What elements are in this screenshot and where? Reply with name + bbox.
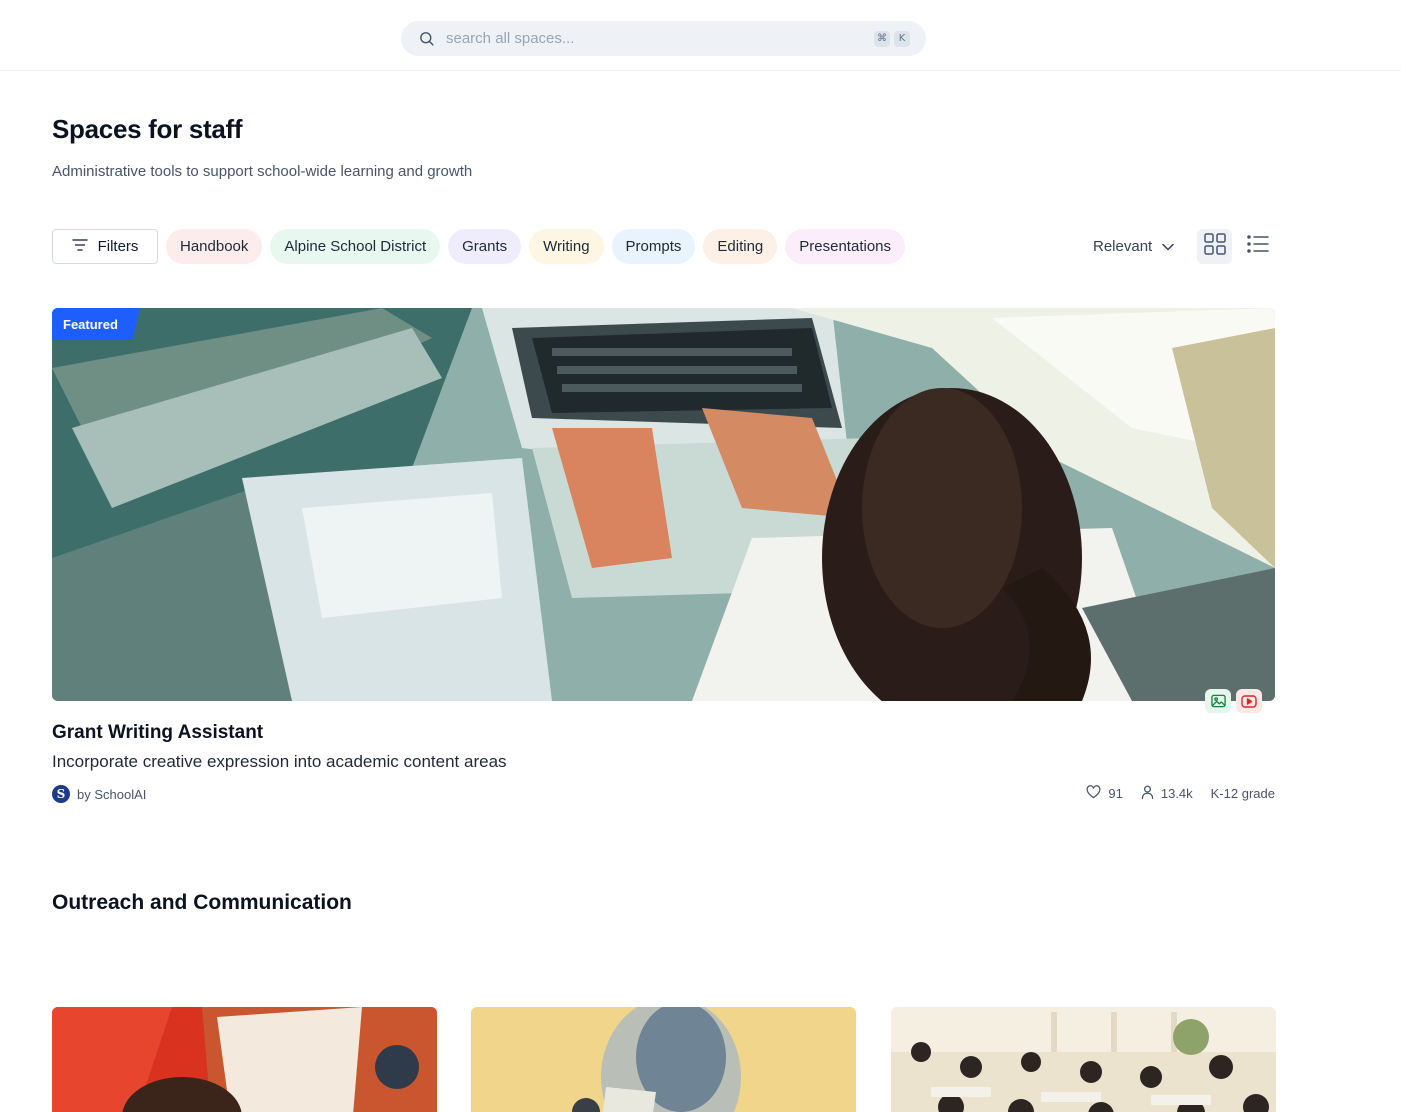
featured-title[interactable]: Grant Writing Assistant (52, 722, 263, 744)
users-stat: 13.4k (1141, 785, 1193, 802)
chip-writing[interactable]: Writing (529, 229, 604, 264)
list-view-toggle[interactable] (1240, 229, 1275, 264)
chip-prompts[interactable]: Prompts (611, 229, 696, 264)
featured-badge: Featured (52, 308, 140, 340)
top-bar: ⌘ K (0, 0, 1401, 71)
page-title: Spaces for staff (52, 114, 243, 144)
shortcut-mod-key: ⌘ (874, 30, 890, 47)
space-card-2[interactable] (471, 1007, 856, 1112)
user-icon (1141, 785, 1154, 802)
users-count: 13.4k (1160, 786, 1193, 801)
featured-card[interactable]: Featured (52, 308, 1275, 701)
chip-editing[interactable]: Editing (703, 229, 778, 264)
grade-label: K-12 grade (1210, 786, 1275, 801)
schoolai-logo-icon: S (52, 785, 70, 803)
shortcut-k-key: K (894, 30, 910, 47)
grid-icon (1203, 233, 1226, 260)
space-card-1-illustration (52, 1007, 437, 1112)
list-icon (1246, 235, 1269, 258)
space-card-3[interactable] (891, 1007, 1276, 1112)
video-icon (1236, 689, 1262, 713)
featured-illustration (52, 308, 1275, 701)
section-title: Outreach and Communication (52, 891, 352, 914)
chip-handbook[interactable]: Handbook (166, 229, 263, 264)
filters-button-label: Filters (97, 238, 139, 255)
space-card-3-illustration (891, 1007, 1276, 1112)
space-card-2-illustration (471, 1007, 856, 1112)
space-card-1[interactable] (52, 1007, 437, 1112)
sort-label: Relevant (1093, 238, 1153, 255)
filter-icon (71, 238, 88, 256)
search-input[interactable] (446, 30, 870, 47)
heart-icon (1086, 785, 1101, 802)
search-icon (417, 30, 435, 48)
image-icon (1205, 689, 1231, 713)
media-badges (1205, 689, 1262, 713)
chip-presentations[interactable]: Presentations (785, 229, 906, 264)
author-name: by SchoolAI (77, 786, 147, 802)
sort-dropdown[interactable]: Relevant (1093, 229, 1174, 264)
page-subtitle: Administrative tools to support school-w… (52, 163, 473, 180)
grid-view-toggle[interactable] (1197, 229, 1232, 264)
category-chips: Handbook Alpine School District Grants W… (166, 229, 906, 264)
featured-stats: 91 13.4k K-12 grade (1086, 785, 1275, 802)
chip-alpine-school-district[interactable]: Alpine School District (270, 229, 441, 264)
featured-description: Incorporate creative expression into aca… (52, 752, 507, 771)
search-bar[interactable]: ⌘ K (401, 21, 926, 56)
author[interactable]: S by SchoolAI (52, 785, 146, 803)
chevron-down-icon (1162, 238, 1174, 255)
likes-stat[interactable]: 91 (1086, 785, 1123, 802)
filters-button[interactable]: Filters (52, 229, 158, 264)
chip-grants[interactable]: Grants (448, 229, 522, 264)
likes-count: 91 (1108, 786, 1123, 801)
